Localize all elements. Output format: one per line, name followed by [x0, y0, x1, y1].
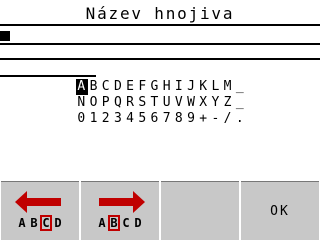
- character-key[interactable]: 0: [76, 111, 88, 127]
- abcd-cursor-indicator: A B C D: [96, 215, 144, 231]
- character-key[interactable]: 5: [137, 111, 149, 127]
- character-row: 0 1 2 3 4 5 6 7 8 9 + - /.: [76, 111, 276, 127]
- character-key[interactable]: S: [137, 95, 149, 111]
- character-key[interactable]: 3: [113, 111, 125, 127]
- character-key[interactable]: K: [198, 79, 210, 95]
- character-key[interactable]: J: [186, 79, 198, 95]
- softkey-cursor-right[interactable]: A B C D: [81, 181, 159, 240]
- character-row: A B C D E F G H I J K L M _: [76, 79, 276, 95]
- character-key[interactable]: H: [161, 79, 173, 95]
- character-key[interactable]: 4: [125, 111, 137, 127]
- character-key[interactable]: Q: [113, 95, 125, 111]
- abcd-letter: A: [98, 216, 106, 230]
- page-title: Název hnojiva: [85, 4, 235, 23]
- text-cursor: [0, 31, 10, 41]
- character-key[interactable]: L: [210, 79, 222, 95]
- character-key[interactable]: _: [234, 79, 246, 95]
- character-key[interactable]: 8: [174, 111, 186, 127]
- character-key[interactable]: F: [137, 79, 149, 95]
- character-key[interactable]: I: [174, 79, 186, 95]
- character-key[interactable]: C: [100, 79, 112, 95]
- character-key[interactable]: O: [88, 95, 100, 111]
- character-key[interactable]: Z: [222, 95, 234, 111]
- abcd-letter-highlighted: B: [108, 215, 120, 231]
- character-key[interactable]: M: [222, 79, 234, 95]
- input-underline: [0, 43, 320, 45]
- character-key[interactable]: 7: [161, 111, 173, 127]
- softkey-bar: A B C D A B C D OK: [0, 181, 320, 240]
- abcd-cursor-indicator: A B C D: [16, 215, 64, 231]
- character-key[interactable]: 1: [88, 111, 100, 127]
- character-key[interactable]: R: [125, 95, 137, 111]
- abcd-letter: B: [30, 216, 38, 230]
- charset-top-divider: [0, 75, 96, 77]
- character-key[interactable]: 6: [149, 111, 161, 127]
- character-row: N O P Q R S T U V W X Y Z _: [76, 95, 276, 111]
- abcd-letter: D: [134, 216, 142, 230]
- name-input[interactable]: [0, 28, 320, 44]
- arrow-left-icon: [15, 191, 61, 213]
- character-key[interactable]: A: [76, 79, 89, 95]
- character-key[interactable]: W: [186, 95, 198, 111]
- softkey-empty[interactable]: [161, 181, 239, 240]
- abcd-letter: C: [122, 216, 130, 230]
- character-key[interactable]: D: [113, 79, 125, 95]
- character-key[interactable]: _: [234, 95, 246, 111]
- character-key[interactable]: E: [125, 79, 137, 95]
- character-key[interactable]: U: [161, 95, 173, 111]
- abcd-letter: A: [18, 216, 26, 230]
- character-key[interactable]: -: [210, 111, 222, 127]
- character-key[interactable]: 9: [186, 111, 198, 127]
- softkey-cursor-left[interactable]: A B C D: [1, 181, 79, 240]
- title-divider: [0, 24, 320, 26]
- character-key[interactable]: +: [198, 111, 210, 127]
- character-key[interactable]: B: [88, 79, 100, 95]
- character-key[interactable]: /: [222, 111, 234, 127]
- ok-button[interactable]: OK: [241, 181, 319, 240]
- ok-label: OK: [270, 204, 290, 219]
- character-key[interactable]: Y: [210, 95, 222, 111]
- character-key[interactable]: X: [198, 95, 210, 111]
- character-key[interactable]: G: [149, 79, 161, 95]
- character-key[interactable]: P: [100, 95, 112, 111]
- arrow-right-icon: [99, 191, 145, 213]
- character-picker[interactable]: A B C D E F G H I J K L M _ N O P Q R S T U V W X Y Z _ 0 1 2 3 4 5 6 7 8 9 + -…: [76, 79, 276, 127]
- character-key[interactable]: .: [234, 111, 246, 127]
- character-key[interactable]: N: [76, 95, 88, 111]
- character-key[interactable]: 2: [100, 111, 112, 127]
- abcd-letter: D: [54, 216, 62, 230]
- abcd-letter-highlighted: C: [40, 215, 52, 231]
- character-key[interactable]: T: [149, 95, 161, 111]
- input-underline-second: [0, 58, 320, 60]
- character-key[interactable]: V: [174, 95, 186, 111]
